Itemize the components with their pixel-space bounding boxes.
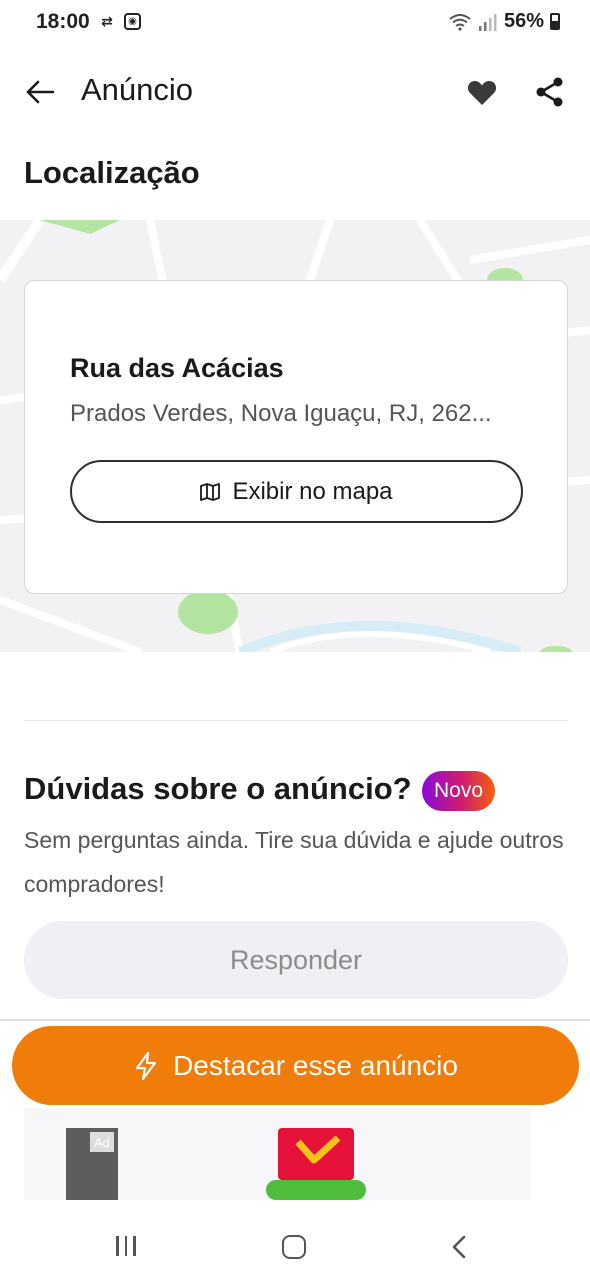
home-button[interactable]: [282, 1235, 306, 1259]
call-forward-icon: ⇄: [101, 12, 113, 29]
ad-badge: Ad: [90, 1132, 114, 1152]
highlight-ad-label: Destacar esse anúncio: [173, 1049, 458, 1081]
address-line: Prados Verdes, Nova Iguaçu, RJ, 262...: [70, 400, 492, 427]
questions-title: Dúvidas sobre o anúncio?: [24, 771, 412, 806]
street-name: Rua das Acácias: [70, 353, 284, 383]
share-icon: [536, 77, 563, 107]
recent-apps-button[interactable]: [116, 1236, 142, 1258]
heart-icon: [467, 80, 497, 105]
battery-icon: [550, 13, 560, 30]
ad-green-bar: [266, 1180, 366, 1200]
recent-apps-icon: [116, 1236, 119, 1256]
address-card: Rua das Acácias Prados Verdes, Nova Igua…: [24, 280, 568, 594]
map-icon: [200, 482, 221, 501]
show-on-map-button[interactable]: Exibir no mapa: [70, 460, 523, 523]
system-nav-bar: [0, 1212, 590, 1280]
highlight-ad-button[interactable]: Destacar esse anúncio: [12, 1026, 579, 1105]
lightning-icon: [135, 1051, 157, 1080]
wifi-icon: [449, 13, 471, 31]
reply-button-label: Responder: [229, 944, 363, 975]
page-title: Anúncio: [81, 72, 194, 107]
favorite-button[interactable]: [462, 72, 502, 112]
show-on-map-label: Exibir no mapa: [232, 477, 393, 505]
app-notification-icon: ◉: [124, 12, 141, 30]
app-header: Anúncio: [0, 56, 590, 128]
location-section-title: Localização: [24, 155, 200, 190]
questions-description: Sem perguntas ainda. Tire sua dúvida e a…: [24, 827, 564, 897]
ad-banner[interactable]: Ad: [24, 1108, 530, 1200]
arrow-left-icon: [26, 80, 55, 104]
new-badge: Novo: [422, 771, 496, 811]
reply-button[interactable]: Responder: [24, 921, 568, 999]
status-time: 18:00: [36, 10, 90, 33]
section-divider: [24, 720, 568, 721]
status-bar: 18:00 ⇄ ◉ 56%: [0, 0, 590, 46]
back-button[interactable]: [22, 74, 58, 110]
checkmark-icon: [295, 1136, 341, 1164]
notification-icons: ⇄ ◉: [98, 12, 141, 30]
battery-percent: 56%: [503, 10, 544, 32]
bottom-separator: [0, 1019, 590, 1021]
signal-icon: [478, 13, 497, 31]
system-back-icon[interactable]: [448, 1234, 472, 1260]
share-button[interactable]: [530, 72, 570, 112]
status-right: 56%: [448, 10, 560, 33]
